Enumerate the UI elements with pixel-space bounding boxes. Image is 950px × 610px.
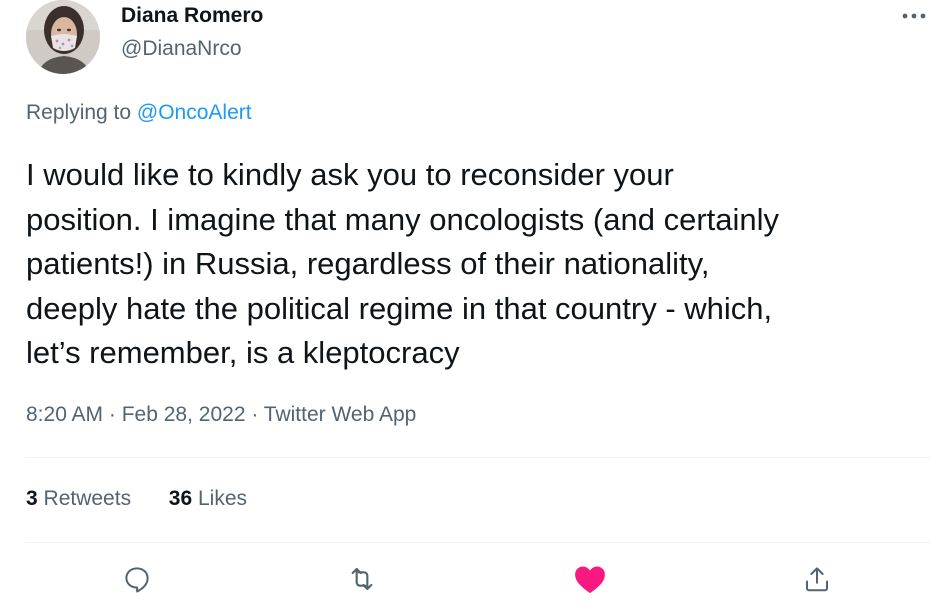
reply-icon — [125, 567, 149, 593]
more-icon — [902, 13, 926, 19]
avatar[interactable] — [26, 0, 100, 74]
retweet-icon — [351, 567, 373, 591]
tweet: Diana Romero @DianaNrco Replying to @Onc… — [0, 0, 950, 610]
reply-mention-link[interactable]: @OncoAlert — [137, 101, 252, 124]
author-handle[interactable]: @DianaNrco — [121, 37, 242, 61]
likes-count: 36 — [168, 487, 193, 510]
share-button[interactable] — [800, 562, 834, 596]
avatar-photo — [26, 0, 100, 74]
author-name[interactable]: Diana Romero — [121, 4, 263, 28]
divider — [26, 457, 930, 458]
replying-to-label: Replying to — [26, 101, 132, 124]
tweet-text-line: I would like to kindly ask you to recons… — [26, 157, 674, 192]
tweet-text: I would like to kindly ask you to recons… — [26, 153, 936, 376]
tweet-time[interactable]: 8:20 AM — [26, 403, 103, 426]
retweets-count: 3 — [26, 487, 38, 510]
more-options-button[interactable] — [896, 4, 932, 28]
tweet-text-line: deeply hate the political regime in that… — [26, 290, 773, 326]
engagement-stats: 3 Retweets 36 Likes — [26, 487, 247, 511]
meta-separator: · — [245, 403, 264, 426]
tweet-date[interactable]: Feb 28, 2022 — [122, 403, 246, 426]
divider — [26, 542, 930, 543]
tweet-source[interactable]: Twitter Web App — [264, 403, 417, 426]
tweet-text-line: patients!) in Russia, regardless of thei… — [26, 246, 710, 281]
replying-to: Replying to @OncoAlert — [26, 101, 252, 125]
retweets-label: Retweets — [43, 487, 132, 510]
retweets-stat[interactable]: 3 Retweets — [26, 487, 131, 510]
tweet-text-line: let’s remember, is a kleptocracy — [26, 335, 460, 370]
tweet-metadata: 8:20 AM · Feb 28, 2022 · Twitter Web App — [26, 403, 416, 427]
retweet-button[interactable] — [345, 562, 379, 596]
likes-stat[interactable]: 36 Likes — [169, 487, 247, 510]
reply-button[interactable] — [120, 562, 154, 596]
like-button[interactable] — [573, 562, 607, 596]
heart-icon — [575, 566, 605, 594]
share-icon — [806, 567, 828, 592]
tweet-text-line: position. I imagine that many oncologist… — [26, 201, 780, 237]
likes-label: Likes — [197, 487, 247, 510]
meta-separator: · — [103, 403, 122, 426]
